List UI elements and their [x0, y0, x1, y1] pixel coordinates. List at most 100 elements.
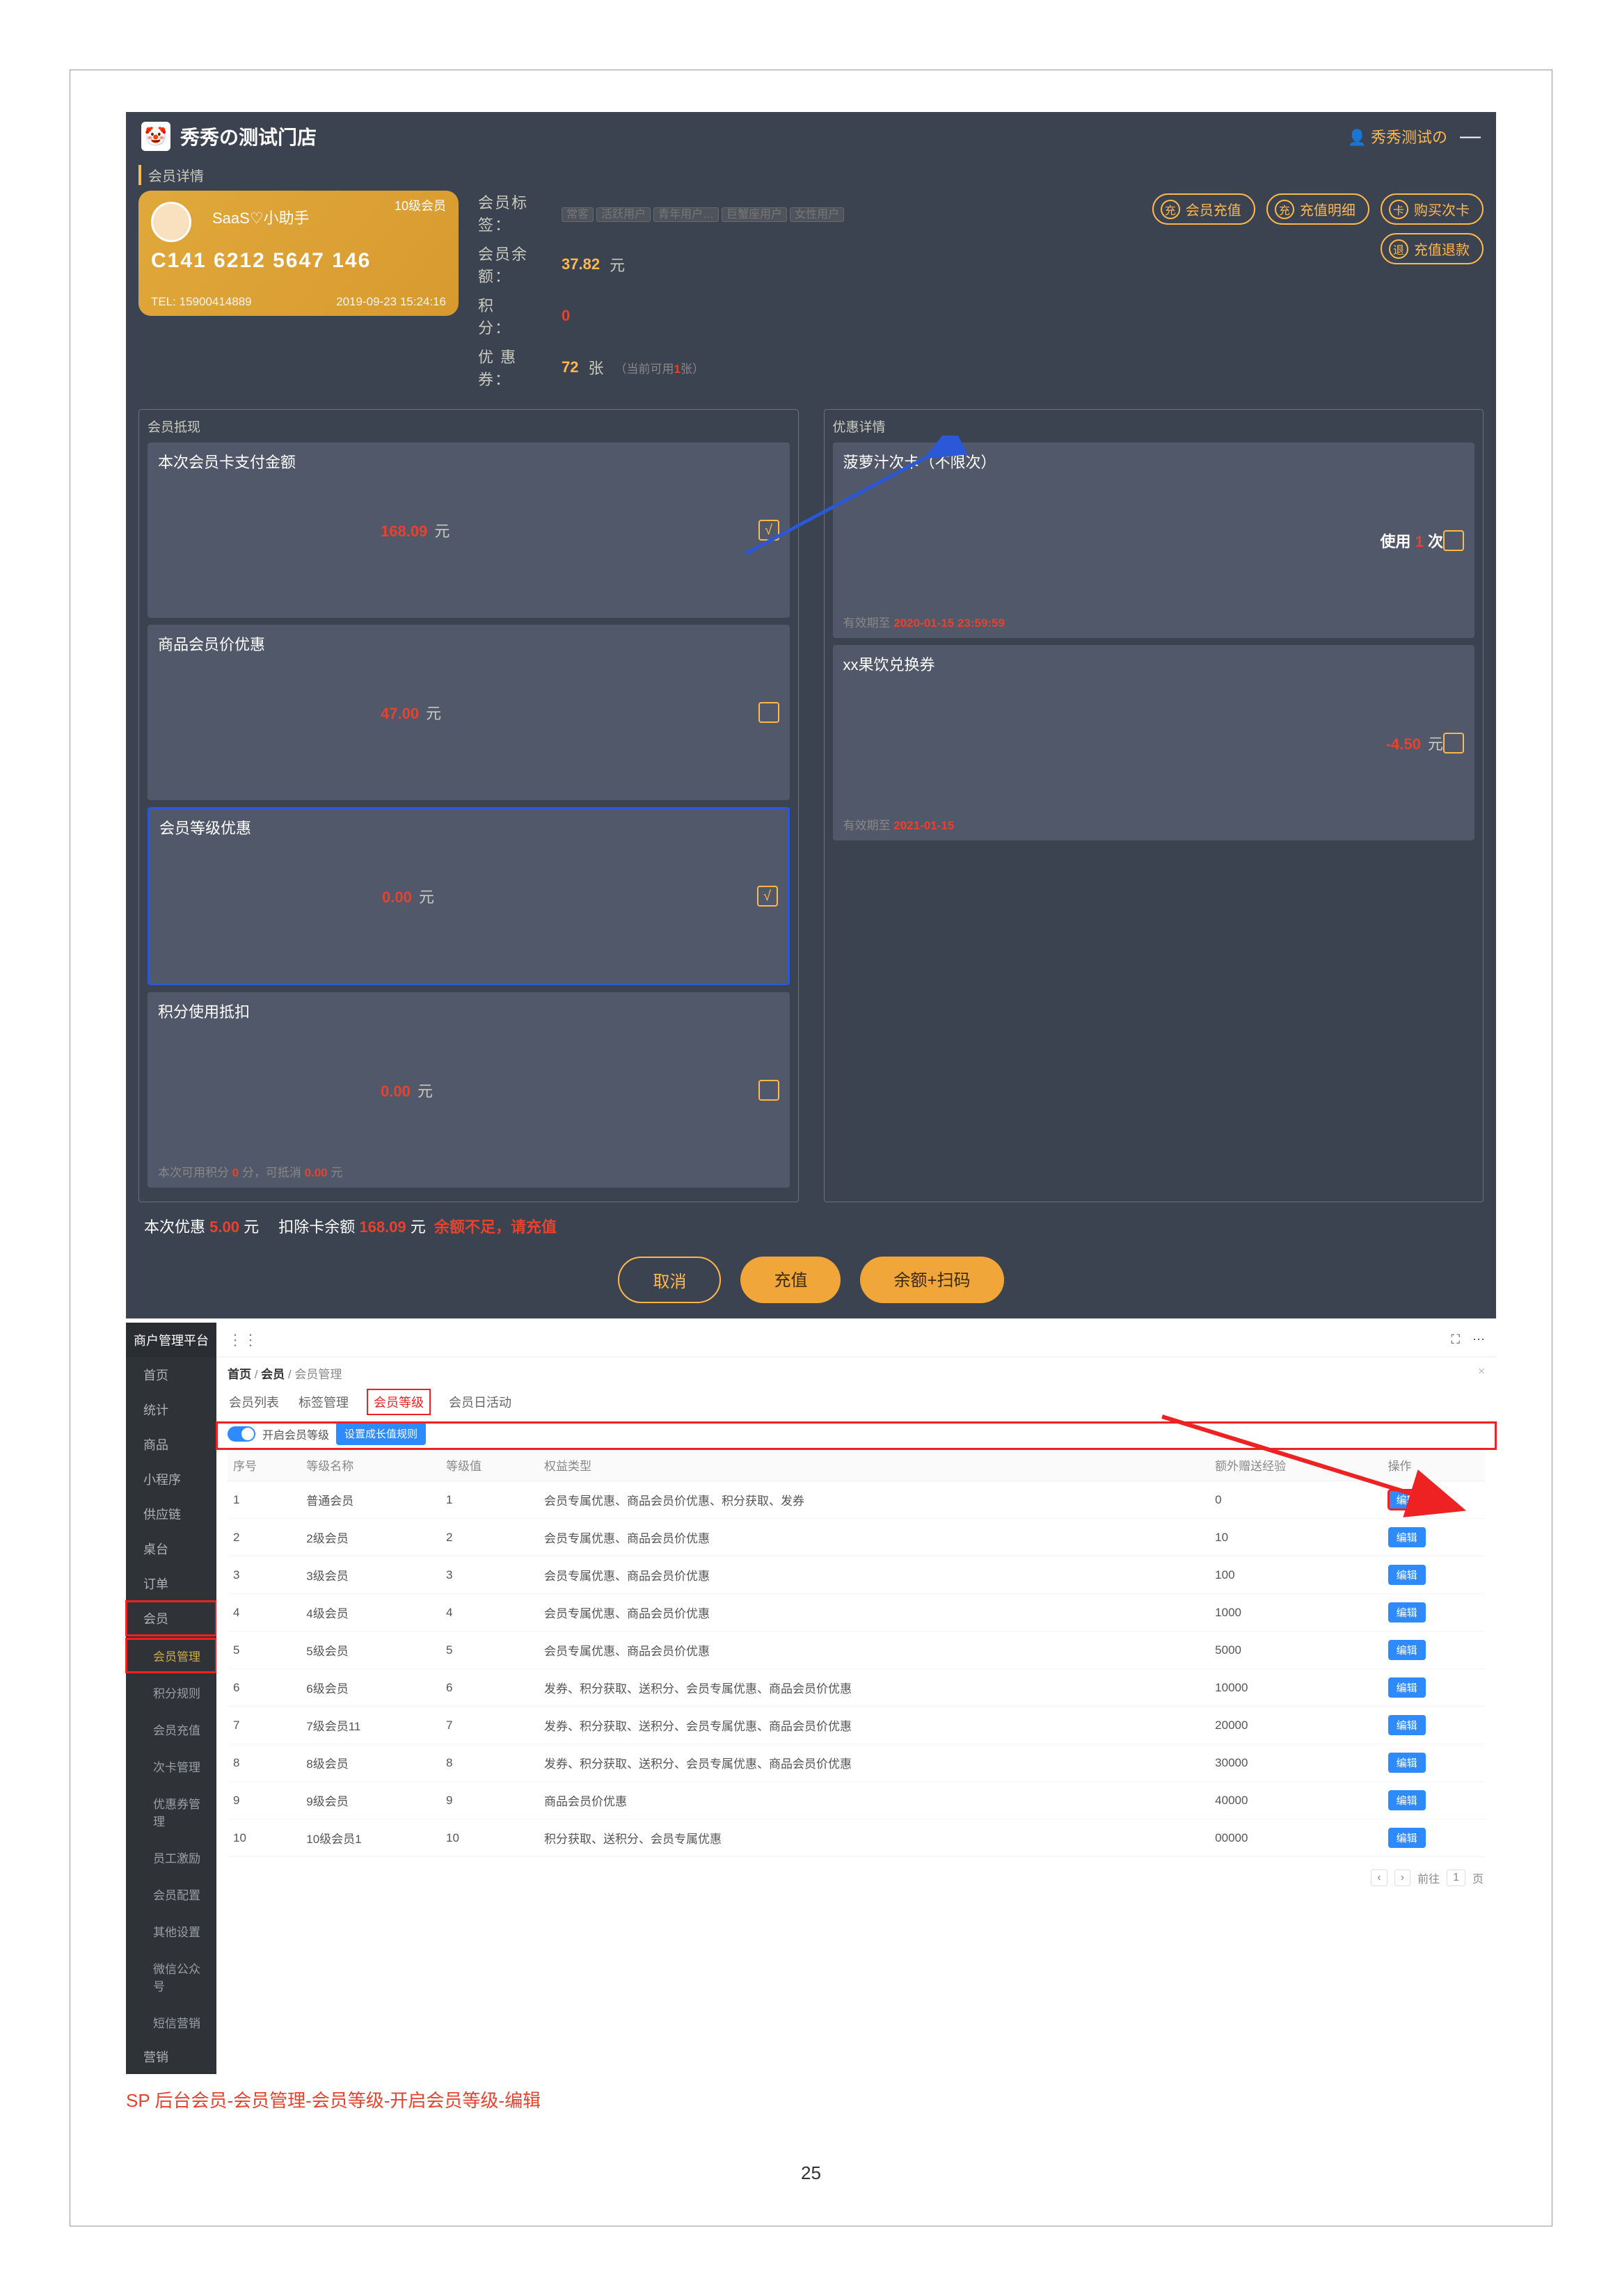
sidebar-item[interactable]: 商品: [126, 1427, 216, 1462]
card-time: 2019-09-23 15:24:16: [336, 295, 446, 309]
tags-label: 会员标签：: [478, 191, 555, 235]
edit-button[interactable]: 编辑: [1388, 1640, 1426, 1660]
balance-scan-button[interactable]: 余额+扫码: [860, 1257, 1003, 1303]
checkbox-icon[interactable]: [758, 1080, 779, 1101]
recharge-button[interactable]: 充会员充值: [1152, 193, 1255, 225]
breadcrumb: 首页 / 会员 / 会员管理 ×: [216, 1357, 1496, 1389]
table-row: 44级会员4会员专属优惠、商品会员价优惠1000编辑: [228, 1594, 1485, 1632]
close-tab-icon[interactable]: ×: [1478, 1364, 1485, 1378]
pager-prev[interactable]: ‹: [1371, 1870, 1387, 1886]
table-header: 额外赠送经验: [1209, 1449, 1382, 1481]
sidebar-item[interactable]: 会员: [126, 1601, 216, 1636]
member-card: 10级会员 SaaS♡小助手 C141 6212 5647 146 TEL: 1…: [138, 191, 459, 316]
checkbox-icon[interactable]: [1443, 733, 1464, 754]
edit-button[interactable]: 编辑: [1388, 1527, 1426, 1547]
sidebar-item[interactable]: 会员充值: [126, 1712, 216, 1746]
sidebar-item[interactable]: 桌台: [126, 1531, 216, 1566]
checkbox-icon[interactable]: √: [758, 520, 779, 541]
admin-screenshot: 商户管理平台 首页统计商品小程序供应链桌台订单会员会员管理积分规则会员充值次卡管…: [126, 1323, 1496, 2074]
level-toolbar: 开启会员等级 设置成长值规则: [216, 1422, 1496, 1449]
discount-row[interactable]: 菠萝汁次卡（不限次）有效期至 2020-01-15 23:59:59使用 1 次: [833, 443, 1475, 638]
totals-line: 本次优惠 5.00 元 扣除卡余额 168.09 元 余额不足，请充值: [126, 1215, 1496, 1250]
sidebar-item[interactable]: 优惠券管理: [126, 1786, 216, 1837]
table-header: 序号: [228, 1449, 301, 1481]
admin-tab[interactable]: 会员列表: [228, 1389, 280, 1415]
sidebar-item[interactable]: 会员配置: [126, 1877, 216, 1911]
member-tag: 女性用户: [790, 207, 844, 222]
table-header: 等级名称: [301, 1449, 440, 1481]
recharge-log-button[interactable]: 充充值明细: [1266, 193, 1369, 225]
sidebar-item[interactable]: 营销: [126, 2039, 216, 2074]
enable-level-toggle[interactable]: [228, 1426, 255, 1442]
admin-tab[interactable]: 标签管理: [297, 1389, 350, 1415]
admin-tab[interactable]: 会员日活动: [447, 1389, 513, 1415]
edit-button[interactable]: 编辑: [1388, 1828, 1426, 1848]
edit-button[interactable]: 编辑: [1388, 1565, 1426, 1585]
figure-caption: SP 后台会员-会员管理-会员等级-开启会员等级-编辑: [126, 2087, 1496, 2112]
fullscreen-icon[interactable]: ⛶: [1451, 1332, 1460, 1347]
admin-tab[interactable]: 会员等级: [367, 1389, 431, 1415]
sidebar-item[interactable]: 会员管理: [126, 1639, 216, 1673]
cancel-button[interactable]: 取消: [618, 1257, 721, 1303]
minimize-icon[interactable]: —: [1460, 125, 1481, 148]
pos-header: 🤡 秀秀の测试门店 秀秀测试の —: [126, 112, 1496, 161]
sidebar-item[interactable]: 供应链: [126, 1497, 216, 1531]
refund-button[interactable]: 退充值退款: [1381, 233, 1484, 264]
edit-button[interactable]: 编辑: [1388, 1715, 1426, 1735]
deduction-row[interactable]: 会员等级优惠0.00 元√: [148, 807, 790, 985]
member-detail-heading: 会员详情: [138, 165, 1484, 185]
table-header: 操作: [1383, 1449, 1485, 1481]
admin-tabs: 会员列表标签管理会员等级会员日活动: [216, 1389, 1496, 1422]
growth-rule-button[interactable]: 设置成长值规则: [336, 1422, 426, 1445]
enable-level-label: 开启会员等级: [262, 1426, 329, 1442]
deduction-row[interactable]: 商品会员价优惠47.00 元: [148, 625, 790, 800]
card-tel: TEL: 15900414889: [151, 295, 252, 309]
buy-card-button[interactable]: 卡购买次卡: [1381, 193, 1484, 225]
admin-sidebar: 商户管理平台 首页统计商品小程序供应链桌台订单会员会员管理积分规则会员充值次卡管…: [126, 1323, 216, 2074]
member-tag: 巨蟹座用户: [722, 207, 787, 222]
more-icon[interactable]: ⋯: [1472, 1332, 1485, 1347]
table-header: 等级值: [440, 1449, 539, 1481]
sidebar-item[interactable]: 统计: [126, 1392, 216, 1427]
edit-button[interactable]: 编辑: [1388, 1490, 1426, 1510]
sidebar-item[interactable]: 员工激励: [126, 1840, 216, 1874]
grid-icon[interactable]: ⋮⋮: [228, 1331, 258, 1349]
sidebar-item[interactable]: 其他设置: [126, 1914, 216, 1948]
sidebar-item[interactable]: 小程序: [126, 1462, 216, 1497]
sidebar-item[interactable]: 次卡管理: [126, 1749, 216, 1783]
edit-button[interactable]: 编辑: [1388, 1753, 1426, 1773]
pager-next[interactable]: ›: [1394, 1870, 1410, 1886]
deduction-row[interactable]: 本次会员卡支付金额168.09 元√: [148, 443, 790, 618]
member-tags: 常客活跃用户青年用户…巨蟹座用户女性用户: [562, 204, 847, 222]
member-tag: 青年用户…: [653, 207, 719, 222]
refund-icon: 退: [1389, 239, 1408, 259]
edit-button[interactable]: 编辑: [1388, 1790, 1426, 1810]
checkbox-icon[interactable]: [758, 702, 779, 723]
sidebar-item[interactable]: 首页: [126, 1357, 216, 1392]
table-row: 55级会员5会员专属优惠、商品会员价优惠5000编辑: [228, 1632, 1485, 1669]
deduction-panel-title: 会员抵现: [148, 417, 790, 436]
edit-button[interactable]: 编辑: [1388, 1602, 1426, 1623]
member-action-buttons: 充会员充值 充充值明细 卡购买次卡 退充值退款: [1145, 191, 1484, 264]
card-icon: 卡: [1389, 200, 1408, 219]
member-info: 会员标签： 常客活跃用户青年用户…巨蟹座用户女性用户 会员余额： 37.82 元…: [478, 191, 1126, 397]
deduction-row[interactable]: 积分使用抵扣本次可用积分 0 分，可抵消 0.00 元0.00 元: [148, 992, 790, 1188]
sidebar-item[interactable]: 微信公众号: [126, 1951, 216, 2002]
recharge-bottom-button[interactable]: 充值: [740, 1257, 841, 1303]
edit-button[interactable]: 编辑: [1388, 1677, 1426, 1698]
pager-page[interactable]: 1: [1447, 1870, 1465, 1886]
discount-row[interactable]: xx果饮兑换券有效期至 2021-01-15-4.50 元: [833, 645, 1475, 840]
sidebar-item[interactable]: 订单: [126, 1566, 216, 1601]
table-row: 99级会员9商品会员价优惠40000编辑: [228, 1782, 1485, 1819]
checkbox-icon[interactable]: [1443, 530, 1464, 551]
balance-value: 37.82: [562, 255, 600, 273]
member-tag: 活跃用户: [596, 207, 651, 222]
member-level: 10级会员: [395, 196, 446, 214]
sidebar-item[interactable]: 短信营销: [126, 2005, 216, 2039]
sidebar-item[interactable]: 积分规则: [126, 1675, 216, 1709]
checkbox-icon[interactable]: √: [757, 886, 778, 907]
recharge-log-icon: 充: [1275, 200, 1294, 219]
operator-label[interactable]: 秀秀测试の: [1348, 125, 1447, 148]
level-table: 序号等级名称等级值权益类型额外赠送经验操作 1普通会员1会员专属优惠、商品会员价…: [228, 1449, 1485, 1857]
avatar: [151, 202, 191, 242]
